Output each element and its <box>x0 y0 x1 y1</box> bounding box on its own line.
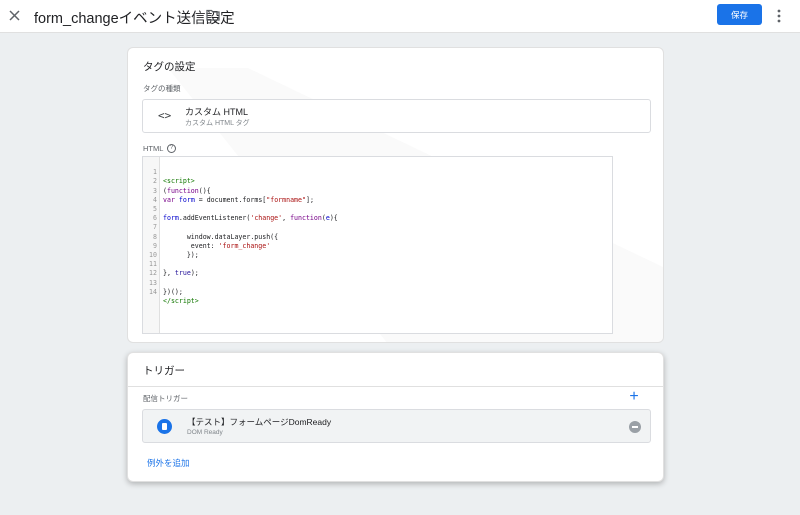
firing-trigger-label: 配信トリガー <box>143 394 188 403</box>
line-number: 14 <box>149 287 157 296</box>
code-line: 4 <box>143 187 175 204</box>
save-button[interactable]: 保存 <box>717 4 762 25</box>
add-trigger-icon[interactable]: + <box>627 389 641 405</box>
code-line: 6 <box>143 205 175 222</box>
trigger-list-item[interactable]: 【テスト】フォームページDomReady DOM Ready <box>142 409 651 443</box>
trigger-name: 【テスト】フォームページDomReady <box>187 417 332 427</box>
main-area: タグの設定 タグの種類 <> カスタム HTML カスタム HTML タグ HT… <box>0 34 800 515</box>
remove-trigger-icon[interactable] <box>629 421 641 433</box>
html-label: HTML <box>143 144 164 153</box>
tag-card-title: タグの設定 <box>143 61 196 73</box>
trigger-card[interactable]: トリガー 配信トリガー + 【テスト】フォームページDomReady DOM R… <box>127 352 664 482</box>
tag-type-selector[interactable]: <> カスタム HTML カスタム HTML タグ <box>142 99 651 133</box>
trigger-card-header: トリガー <box>128 353 663 387</box>
code-line: 2 (function(){ <box>143 168 211 194</box>
tag-type-name: カスタム HTML <box>185 107 249 117</box>
code-icon: <> <box>158 109 172 122</box>
code-line: 13 })(); <box>143 269 183 296</box>
close-icon[interactable] <box>6 7 24 25</box>
code-line: 10 <box>143 242 175 259</box>
folder-icon[interactable] <box>206 9 220 21</box>
code-line: 8 event: 'form_change' <box>143 223 270 250</box>
tag-type-description: カスタム HTML タグ <box>185 120 250 127</box>
tag-configuration-card[interactable]: タグの設定 タグの種類 <> カスタム HTML カスタム HTML タグ HT… <box>127 47 664 343</box>
document-icon <box>157 419 172 434</box>
code-line: 9 }); <box>143 233 199 259</box>
top-bar: form_changeイベント送信設定 保存 <box>0 0 800 33</box>
trigger-card-title: トリガー <box>143 365 185 377</box>
code-line: 1 <script> <box>143 159 195 185</box>
tag-type-label: タグの種類 <box>143 84 181 93</box>
trigger-type: DOM Ready <box>187 429 223 436</box>
code-line: 7 window.dataLayer.push({ <box>143 214 278 240</box>
code-line: 14 </script> <box>143 279 199 305</box>
code-line: 5 form.addEventListener('change', functi… <box>143 196 338 222</box>
more-vert-icon[interactable] <box>772 7 786 25</box>
add-exception-link[interactable]: 例外を追加 <box>147 457 190 469</box>
code-line: 11 }, true); <box>143 251 199 277</box>
code-line: 12 <box>143 260 175 277</box>
html-code-editor[interactable]: 1 <script> 2 (function(){ 3 var form = d… <box>142 156 613 334</box>
help-icon[interactable]: ? <box>167 144 176 153</box>
code-line: 3 var form = document.forms["formname"]; <box>143 177 314 204</box>
page-title[interactable]: form_changeイベント送信設定 <box>34 7 235 28</box>
